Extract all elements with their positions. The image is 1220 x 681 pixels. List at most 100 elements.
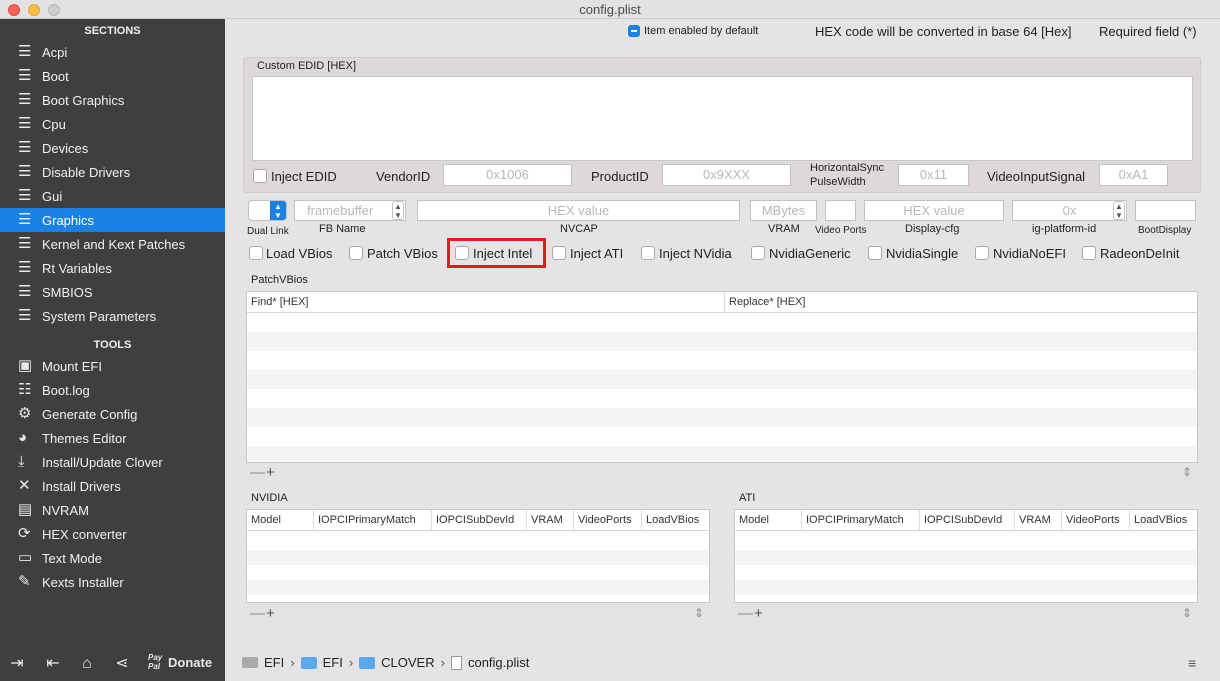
nvidia-single-checkbox[interactable] xyxy=(868,246,882,260)
column-loadvbios[interactable]: LoadVBios xyxy=(642,510,709,530)
radeon-deinit-checkbox[interactable] xyxy=(1082,246,1096,260)
display-cfg-input[interactable]: HEX value xyxy=(864,200,1004,221)
reorder-icon[interactable]: ⇕ xyxy=(1182,465,1192,479)
sidebar-item-system-parameters[interactable]: ☰ System Parameters xyxy=(0,304,225,328)
patch-vbios-checkbox[interactable] xyxy=(349,246,363,260)
inject-ati-checkbox[interactable] xyxy=(552,246,566,260)
sidebar-item-graphics[interactable]: ☰ Graphics xyxy=(0,208,225,232)
table-row[interactable] xyxy=(735,580,1197,595)
breadcrumb-item[interactable]: CLOVER xyxy=(381,655,434,670)
fb-name-dropdown-icon[interactable]: ▲ ▼ xyxy=(392,201,404,220)
sidebar-tool-themes-editor[interactable]: ◕ Themes Editor xyxy=(0,426,225,450)
sidebar-item-disable-drivers[interactable]: ☰ Disable Drivers xyxy=(0,160,225,184)
inject-nvidia-checkbox[interactable] xyxy=(641,246,655,260)
breadcrumb-item[interactable]: EFI xyxy=(264,655,284,670)
nvidia-generic-checkbox[interactable] xyxy=(751,246,765,260)
nvidia-generic-label: NvidiaGeneric xyxy=(769,246,851,261)
productid-input[interactable]: 0x9XXX xyxy=(662,164,791,186)
sidebar-item-label: Install/Update Clover xyxy=(42,454,163,470)
inject-intel-checkbox[interactable] xyxy=(455,246,469,260)
table-row[interactable] xyxy=(247,550,709,565)
column-videoports[interactable]: VideoPorts xyxy=(1062,510,1130,530)
video-ports-input[interactable] xyxy=(825,200,856,221)
boot-display-input[interactable] xyxy=(1135,200,1196,221)
sidebar-item-label: Acpi xyxy=(42,44,68,60)
sidebar-item-smbios[interactable]: ☰ SMBIOS xyxy=(0,280,225,304)
remove-row-button[interactable]: — xyxy=(250,464,265,481)
load-vbios-checkbox[interactable] xyxy=(249,246,263,260)
column-iopcisubdevid[interactable]: IOPCISubDevId xyxy=(432,510,527,530)
breadcrumb-item[interactable]: EFI xyxy=(323,655,343,670)
sidebar-item-rt-variables[interactable]: ☰ Rt Variables xyxy=(0,256,225,280)
column-replace[interactable]: Replace* [HEX] xyxy=(725,292,1197,312)
column-vram[interactable]: VRAM xyxy=(1015,510,1062,530)
inject-edid-label: Inject EDID xyxy=(271,169,337,184)
column-model[interactable]: Model xyxy=(247,510,314,530)
column-videoports[interactable]: VideoPorts xyxy=(574,510,642,530)
sidebar-item-acpi[interactable]: ☰ Acpi xyxy=(0,40,225,64)
sidebar-item-boot-graphics[interactable]: ☰ Boot Graphics xyxy=(0,88,225,112)
sidebar-tool-generate-config[interactable]: ⚙ Generate Config xyxy=(0,402,225,426)
breadcrumb-item[interactable]: config.plist xyxy=(468,655,529,670)
remove-row-button[interactable]: — xyxy=(738,605,753,622)
donate-button[interactable]: Pay Pal Donate xyxy=(148,653,212,671)
nvidia-table-controls: — + ⇕ xyxy=(246,604,710,624)
patchvbios-table[interactable]: Find* [HEX] Replace* [HEX] xyxy=(246,291,1198,463)
reorder-icon[interactable]: ⇕ xyxy=(1182,606,1192,620)
ig-platform-dropdown-icon[interactable]: ▲ ▼ xyxy=(1113,201,1125,220)
sidebar-item-devices[interactable]: ☰ Devices xyxy=(0,136,225,160)
column-loadvbios[interactable]: LoadVBios xyxy=(1130,510,1197,530)
table-row[interactable] xyxy=(247,370,1197,389)
column-iopciprimarymatch[interactable]: IOPCIPrimaryMatch xyxy=(314,510,432,530)
inject-edid-checkbox[interactable] xyxy=(253,169,267,183)
add-row-button[interactable]: + xyxy=(754,605,763,622)
list-icon: ☰ xyxy=(18,283,32,300)
home-icon[interactable]: ⌂ xyxy=(78,655,96,673)
remove-row-button[interactable]: — xyxy=(250,605,265,622)
sidebar-tool-nvram[interactable]: ▤ NVRAM xyxy=(0,498,225,522)
item-enabled-checkbox[interactable] xyxy=(628,25,640,37)
table-row[interactable] xyxy=(735,550,1197,565)
sidebar-tool-mount-efi[interactable]: ▣ Mount EFI xyxy=(0,354,225,378)
sidebar-item-gui[interactable]: ☰ Gui xyxy=(0,184,225,208)
nvidia-table[interactable]: Model IOPCIPrimaryMatch IOPCISubDevId VR… xyxy=(246,509,710,603)
vram-input[interactable]: MBytes xyxy=(750,200,817,221)
login-icon[interactable]: ⇥ xyxy=(8,655,26,673)
sidebar-item-boot[interactable]: ☰ Boot xyxy=(0,64,225,88)
sidebar-tool-boot-log[interactable]: ☷ Boot.log xyxy=(0,378,225,402)
logout-icon[interactable]: ⇤ xyxy=(44,655,62,673)
fb-name-combo[interactable]: framebuffer xyxy=(294,200,406,221)
custom-edid-textarea[interactable] xyxy=(252,76,1193,161)
sidebar-tool-install-update-clover[interactable]: ⤓ Install/Update Clover xyxy=(0,450,225,474)
nvidia-noefi-checkbox[interactable] xyxy=(975,246,989,260)
ig-platform-combo[interactable]: 0x xyxy=(1012,200,1127,221)
column-vram[interactable]: VRAM xyxy=(527,510,574,530)
column-iopciprimarymatch[interactable]: IOPCIPrimaryMatch xyxy=(802,510,920,530)
table-row[interactable] xyxy=(247,408,1197,427)
sidebar-tool-kexts-installer[interactable]: ✎ Kexts Installer xyxy=(0,570,225,594)
hsync-input[interactable]: 0x11 xyxy=(898,164,969,186)
column-model[interactable]: Model xyxy=(735,510,802,530)
sidebar-item-kernel-and-kext-patches[interactable]: ☰ Kernel and Kext Patches xyxy=(0,232,225,256)
column-iopcisubdevid[interactable]: IOPCISubDevId xyxy=(920,510,1015,530)
table-row[interactable] xyxy=(247,446,1197,462)
add-row-button[interactable]: + xyxy=(266,605,275,622)
breadcrumb: EFI › EFI › CLOVER › config.plist xyxy=(242,655,535,670)
share-icon[interactable]: ⋖ xyxy=(113,655,131,673)
ati-table[interactable]: Model IOPCIPrimaryMatch IOPCISubDevId VR… xyxy=(734,509,1198,603)
sidebar-item-cpu[interactable]: ☰ Cpu xyxy=(0,112,225,136)
sidebar-tool-text-mode[interactable]: ▭ Text Mode xyxy=(0,546,225,570)
vendorid-input[interactable]: 0x1006 xyxy=(443,164,572,186)
column-find[interactable]: Find* [HEX] xyxy=(247,292,725,312)
videoinput-input[interactable]: 0xA1 xyxy=(1099,164,1168,186)
sidebar-tool-install-drivers[interactable]: ✕ Install Drivers xyxy=(0,474,225,498)
dual-link-select[interactable]: ▲ ▼ xyxy=(248,200,287,221)
sidebar-tool-hex-converter[interactable]: ⟳ HEX converter xyxy=(0,522,225,546)
table-row[interactable] xyxy=(247,580,709,595)
log-search-icon: ☷ xyxy=(18,381,32,398)
table-row[interactable] xyxy=(247,332,1197,351)
nvcap-input[interactable]: HEX value xyxy=(417,200,740,221)
add-row-button[interactable]: + xyxy=(266,464,275,481)
reorder-icon[interactable]: ⇕ xyxy=(694,606,704,620)
menu-lines-icon[interactable]: ≡ xyxy=(1188,655,1196,671)
